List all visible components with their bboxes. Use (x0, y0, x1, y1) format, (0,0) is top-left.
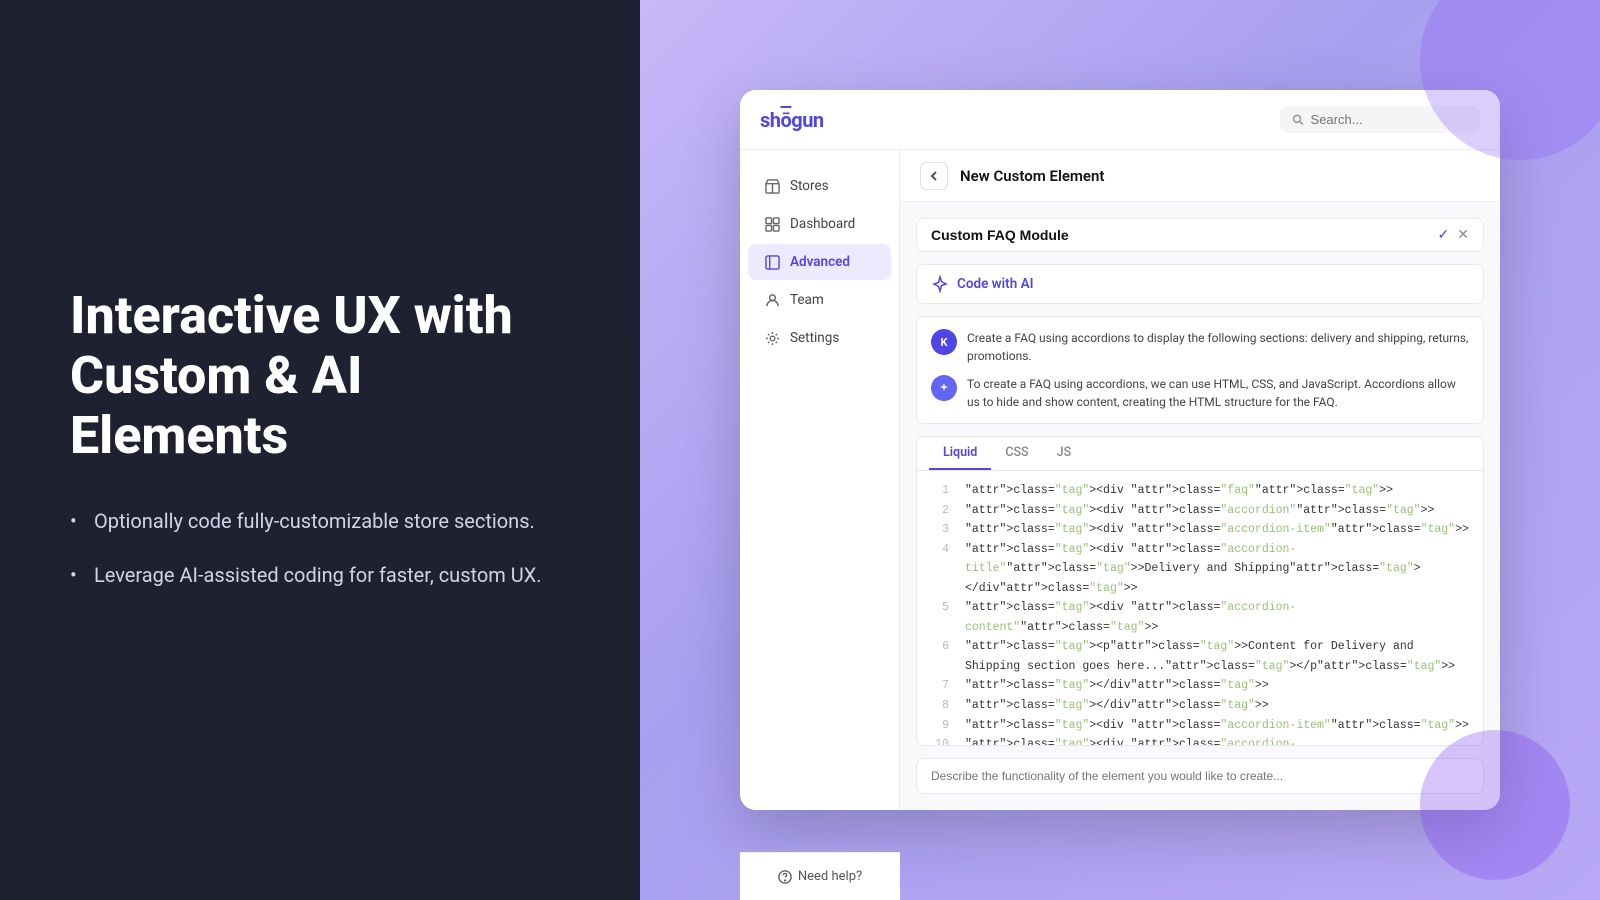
search-icon (1292, 113, 1305, 127)
bullet-list: Optionally code fully-customizable store… (70, 506, 570, 590)
user-message-text: Create a FAQ using accordions to display… (967, 329, 1469, 365)
grid-icon (764, 216, 780, 232)
code-line: 5 "attr">class="tag"><div "attr">class="… (929, 598, 1471, 637)
tab-js[interactable]: JS (1043, 437, 1086, 470)
element-name-row: ✓ ✕ (916, 218, 1484, 252)
left-content: Interactive UX with Custom & AI Elements… (70, 286, 570, 613)
sidebar-item-advanced[interactable]: Advanced (748, 244, 891, 280)
user-avatar: K (931, 329, 957, 355)
code-tabs: Liquid CSS JS (917, 437, 1483, 471)
sidebar-settings-label: Settings (790, 330, 839, 346)
sidebar-advanced-label: Advanced (790, 254, 850, 270)
code-line: 9 "attr">class="tag"><div "attr">class="… (929, 716, 1471, 736)
element-name-input[interactable] (931, 227, 1430, 243)
page-title: New Custom Element (960, 167, 1104, 185)
app-logo: shōgun (760, 108, 824, 132)
main-content: New Custom Element ✓ ✕ (900, 150, 1500, 810)
chat-message-ai: To create a FAQ using accordions, we can… (931, 375, 1469, 411)
ai-code-row[interactable]: Code with AI (916, 264, 1484, 304)
left-panel: Interactive UX with Custom & AI Elements… (0, 0, 640, 900)
ai-prompt-input[interactable] (931, 769, 1469, 783)
cancel-icon[interactable]: ✕ (1457, 227, 1469, 243)
sidebar-item-team[interactable]: Team (748, 282, 891, 318)
sidebar: Stores Dashboard (740, 150, 900, 810)
confirm-icon[interactable]: ✓ (1438, 227, 1450, 243)
code-line: 4 "attr">class="tag"><div "attr">class="… (929, 540, 1471, 599)
tab-css[interactable]: CSS (991, 437, 1042, 470)
code-line: 3 "attr">class="tag"><div "attr">class="… (929, 520, 1471, 540)
bullet-item: Optionally code fully-customizable store… (70, 506, 570, 536)
sidebar-dashboard-label: Dashboard (790, 216, 855, 232)
ai-code-label: Code with AI (957, 276, 1033, 292)
app-header: shōgun (740, 90, 1500, 150)
code-line: 8 "attr">class="tag"></div"attr">class="… (929, 696, 1471, 716)
chat-area: K Create a FAQ using accordions to displ… (916, 316, 1484, 424)
advanced-icon (764, 254, 780, 270)
blob-decoration-2 (1420, 730, 1570, 880)
sidebar-team-label: Team (790, 292, 824, 308)
user-icon (764, 292, 780, 308)
bullet-item: Leverage AI-assisted coding for faster, … (70, 560, 570, 590)
element-editor: ✓ ✕ Code with AI (900, 202, 1500, 810)
store-icon (764, 178, 780, 194)
ai-input-area[interactable] (916, 758, 1484, 794)
sparkle-icon (931, 275, 949, 293)
sidebar-item-stores[interactable]: Stores (748, 168, 891, 204)
app-body: Stores Dashboard (740, 150, 1500, 810)
sidebar-item-dashboard[interactable]: Dashboard (748, 206, 891, 242)
ai-message-text: To create a FAQ using accordions, we can… (967, 375, 1469, 411)
right-panel: shōgun (640, 0, 1600, 900)
code-line: 6 "attr">class="tag"><p"attr">class="tag… (929, 637, 1471, 676)
code-line: 2 "attr">class="tag"><div "attr">class="… (929, 501, 1471, 521)
chat-message-user: K Create a FAQ using accordions to displ… (931, 329, 1469, 365)
ai-avatar (931, 375, 957, 401)
code-line: 10 "attr">class="tag"><div "attr">class=… (929, 735, 1471, 745)
tab-liquid[interactable]: Liquid (929, 437, 991, 470)
top-bar: New Custom Element (900, 150, 1500, 202)
code-editor: Liquid CSS JS 1"attr">class="tag"><div "… (916, 436, 1484, 746)
code-line: 7 "attr">class="tag"></div"attr">class="… (929, 676, 1471, 696)
sidebar-stores-label: Stores (790, 178, 829, 194)
gear-icon (764, 330, 780, 346)
hero-title: Interactive UX with Custom & AI Elements (70, 286, 570, 465)
code-line: 1"attr">class="tag"><div "attr">class="f… (929, 481, 1471, 501)
code-body: 1"attr">class="tag"><div "attr">class="f… (917, 471, 1483, 745)
app-window: shōgun (740, 90, 1500, 810)
sidebar-item-settings[interactable]: Settings (748, 320, 891, 356)
back-button[interactable] (920, 162, 948, 190)
